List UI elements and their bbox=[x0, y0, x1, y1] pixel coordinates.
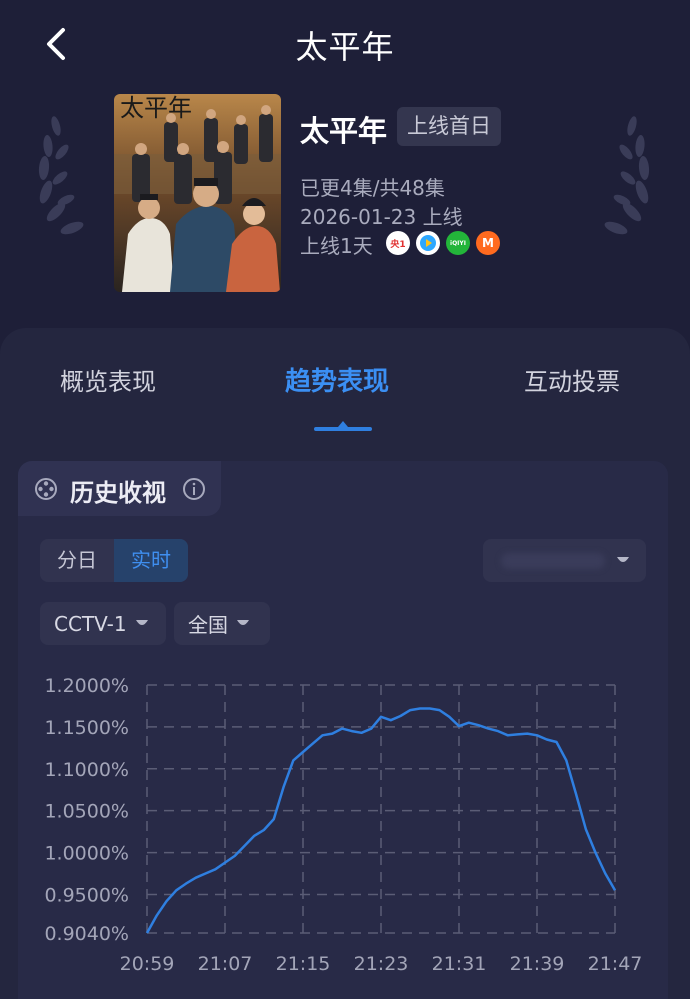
toggle-realtime[interactable]: 实时 bbox=[114, 539, 188, 582]
top-bar: 太平年 bbox=[0, 0, 690, 90]
x-tick-label: 21:15 bbox=[276, 953, 331, 975]
ratings-line-chart: 1.2000% 1.1500% 1.1000% 1.0500% 1.0000% 0.950… bbox=[44, 675, 643, 975]
page-title: 太平年 bbox=[295, 28, 395, 66]
laurel-left-icon bbox=[38, 116, 84, 235]
channel-value: CCTV-1 bbox=[54, 611, 127, 636]
tab-overview[interactable]: 概览表现 bbox=[60, 362, 156, 397]
release-date: 2026-01-23 上线 bbox=[300, 205, 463, 229]
show-poster[interactable]: 太平年 bbox=[114, 94, 281, 292]
tab-trend[interactable]: 趋势表现 bbox=[285, 361, 389, 398]
y-tick-label: 1.1000% bbox=[44, 759, 129, 781]
tencent-video-logo[interactable] bbox=[416, 231, 440, 255]
region-value: 全国 bbox=[188, 613, 228, 637]
granularity-toggle: 分日 实时 bbox=[40, 539, 188, 582]
poster-title: 太平年 bbox=[120, 94, 192, 122]
channel-select[interactable]: CCTV-1 bbox=[40, 602, 166, 645]
x-tick-label: 21:39 bbox=[510, 953, 565, 975]
laurel-right-icon bbox=[604, 116, 650, 235]
y-tick-label: 1.2000% bbox=[44, 675, 129, 697]
y-axis: 1.2000% 1.1500% 1.1000% 1.0500% 1.0000% 0.950… bbox=[44, 675, 129, 945]
card-title: 历史收视 bbox=[70, 479, 166, 507]
y-tick-label: 0.9500% bbox=[44, 884, 129, 906]
active-tab-indicator bbox=[314, 421, 372, 431]
platform-list: 央1 iQIYI M bbox=[386, 231, 500, 255]
chart-grid bbox=[146, 684, 616, 934]
online-days: 上线1天 bbox=[300, 234, 373, 258]
y-tick-label: 0.9040% bbox=[44, 923, 129, 945]
region-select[interactable]: 全国 bbox=[174, 602, 270, 645]
mgtv-logo[interactable]: M bbox=[476, 231, 500, 255]
status-badge: 上线首日 bbox=[397, 107, 501, 146]
show-name: 太平年 bbox=[300, 114, 388, 148]
page: 太平年 太平年 太平年 上线首日 已更4集/共48集 2026-01-23 上线… bbox=[0, 0, 690, 999]
info-icon[interactable] bbox=[182, 477, 206, 501]
iqiyi-logo[interactable]: iQIYI bbox=[446, 231, 470, 255]
x-tick-label: 21:07 bbox=[198, 953, 253, 975]
date-select[interactable] bbox=[483, 539, 646, 582]
x-axis: 20:59 21:07 21:15 21:23 21:31 21:39 21:47 bbox=[120, 953, 643, 975]
film-reel-icon bbox=[35, 478, 57, 500]
y-tick-label: 1.0500% bbox=[44, 801, 129, 823]
poster-image: 太平年 bbox=[114, 94, 281, 292]
x-tick-label: 20:59 bbox=[120, 953, 175, 975]
play-icon bbox=[420, 235, 436, 251]
x-tick-label: 21:47 bbox=[588, 953, 643, 975]
x-tick-label: 21:23 bbox=[354, 953, 409, 975]
y-tick-label: 1.1500% bbox=[44, 717, 129, 739]
x-tick-label: 21:31 bbox=[432, 953, 487, 975]
card-header: 历史收视 bbox=[18, 461, 221, 516]
toggle-daily[interactable]: 分日 bbox=[40, 539, 114, 582]
episode-count: 已更4集/共48集 bbox=[300, 176, 445, 200]
caret-down-icon bbox=[617, 557, 629, 562]
tab-vote[interactable]: 互动投票 bbox=[524, 362, 620, 397]
y-tick-label: 1.0000% bbox=[44, 843, 129, 865]
caret-down-icon bbox=[237, 619, 249, 625]
blurred-value bbox=[501, 553, 605, 569]
cctv1-logo[interactable]: 央1 bbox=[386, 231, 410, 255]
caret-down-icon bbox=[135, 619, 148, 625]
